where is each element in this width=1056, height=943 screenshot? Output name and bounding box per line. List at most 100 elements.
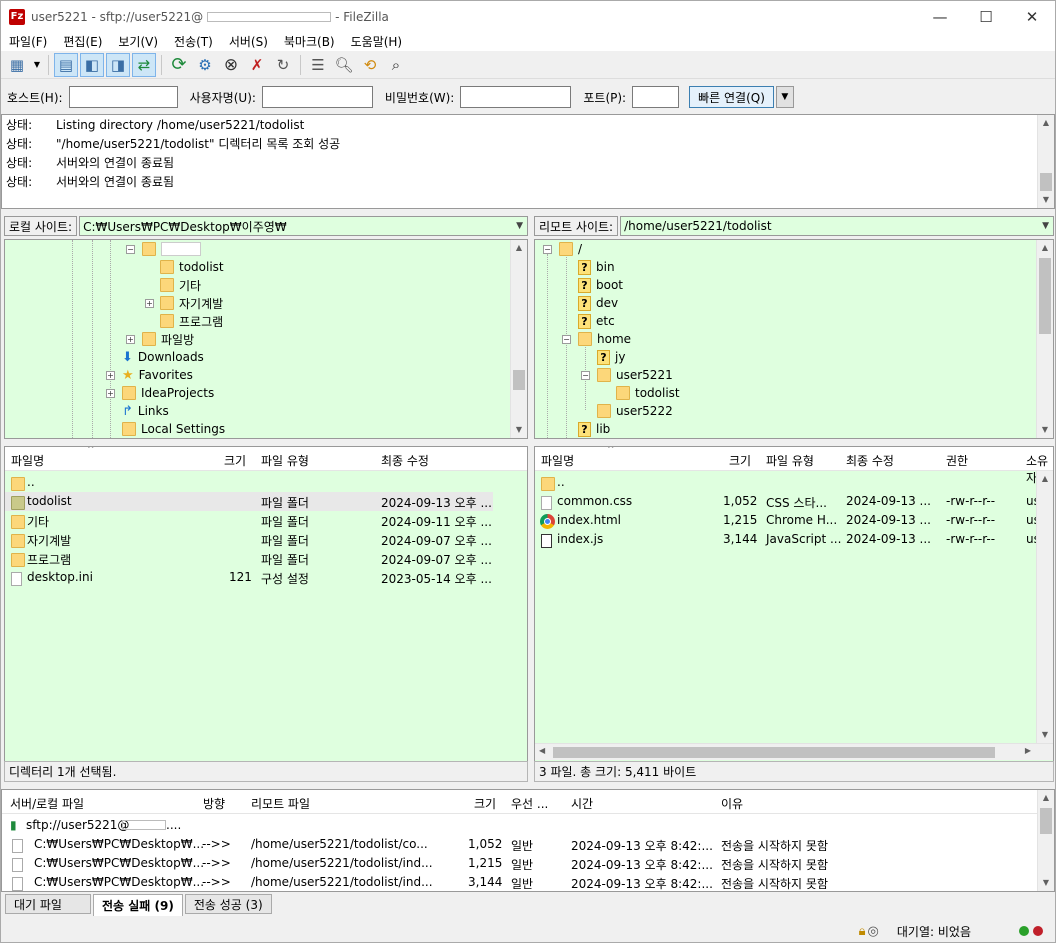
- tree-item-local-settings[interactable]: Local Settings: [122, 420, 225, 438]
- column-reason[interactable]: 이유: [721, 795, 743, 812]
- toggle-queue-icon[interactable]: ⇄: [132, 52, 156, 77]
- queue-server-row[interactable]: ▮ sftp://user5221@ ....: [2, 816, 1038, 835]
- refresh-icon[interactable]: ⟳: [167, 53, 191, 77]
- tree-item-user5222[interactable]: user5222: [597, 402, 673, 420]
- expand-icon[interactable]: +: [145, 299, 154, 308]
- tree-item-other[interactable]: 기타: [160, 276, 201, 294]
- local-tree-scrollbar[interactable]: ▲ ▼: [510, 240, 527, 438]
- column-modified[interactable]: 최종 수정: [381, 452, 429, 469]
- scroll-down-icon[interactable]: ▼: [511, 422, 527, 438]
- menu-help[interactable]: 도움말(H): [343, 33, 411, 50]
- remote-list-scrollbar[interactable]: ▲ ▼: [1036, 471, 1053, 743]
- column-remote-file[interactable]: 리모트 파일: [251, 795, 310, 812]
- tree-item-boot[interactable]: ? boot: [578, 276, 623, 294]
- directory-filter-icon[interactable]: ☰: [306, 53, 330, 77]
- process-queue-icon[interactable]: ⚙: [193, 53, 217, 77]
- scroll-up-icon[interactable]: ▲: [1037, 471, 1053, 487]
- scroll-down-icon[interactable]: ▼: [1037, 422, 1053, 438]
- quickconnect-dropdown-icon[interactable]: ▼: [775, 86, 794, 108]
- tree-item-bin[interactable]: ? bin: [578, 258, 615, 276]
- toggle-filter-icon[interactable]: 🔍︎: [332, 53, 356, 77]
- maximize-button[interactable]: ☐: [963, 1, 1009, 32]
- file-row[interactable]: common.css 1,052 CSS 스타... 2024-09-13 ... -r…: [535, 492, 1053, 511]
- close-button[interactable]: ✕: [1009, 1, 1055, 32]
- column-time[interactable]: 시간: [571, 795, 593, 812]
- port-input[interactable]: [632, 86, 680, 108]
- tree-item-jy[interactable]: ? jy: [597, 348, 625, 366]
- host-input[interactable]: [68, 86, 178, 108]
- log-scrollbar[interactable]: ▲ ▼: [1037, 115, 1054, 208]
- scroll-right-icon[interactable]: ▶: [1025, 746, 1031, 755]
- file-row[interactable]: 기타 파일 폴더 2024-09-11 오후 ...: [5, 511, 527, 530]
- speed-limit-icon[interactable]: ◎: [868, 924, 879, 939]
- remote-list-hscrollbar[interactable]: ◀ ▶: [535, 743, 1053, 760]
- queue-row[interactable]: C:₩Users₩PC₩Desktop₩... -->> /home/user522…: [2, 873, 1038, 892]
- file-row[interactable]: desktop.ini 121 구성 설정 2023-05-14 오후 ...: [5, 568, 527, 587]
- scroll-up-icon[interactable]: ▲: [1038, 115, 1054, 131]
- column-modified[interactable]: 최종 수정: [846, 452, 894, 469]
- collapse-icon[interactable]: −: [581, 371, 590, 380]
- column-priority[interactable]: 우선 ...: [511, 795, 548, 812]
- toggle-local-tree-icon[interactable]: ◧: [80, 52, 104, 77]
- expand-icon[interactable]: +: [106, 389, 115, 398]
- tree-item-dev[interactable]: ? dev: [578, 294, 618, 312]
- tab-successful-transfers[interactable]: 전송 성공 (3): [184, 894, 272, 914]
- file-row[interactable]: todolist 파일 폴더 2024-09-13 오후 ...: [5, 492, 493, 511]
- queue-row[interactable]: C:₩Users₩PC₩Desktop₩... -->> /home/user522…: [2, 854, 1038, 873]
- expand-icon[interactable]: +: [106, 371, 115, 380]
- file-row-parent[interactable]: ..: [5, 473, 527, 492]
- search-remote-icon[interactable]: ⌕: [384, 53, 408, 77]
- column-size[interactable]: 크기: [729, 452, 751, 469]
- chevron-down-icon[interactable]: ▼: [516, 221, 523, 231]
- scroll-up-icon[interactable]: ▲: [1038, 790, 1054, 806]
- file-row[interactable]: index.js 3,144 JavaScript ... 2024-09-13 ..…: [535, 530, 1053, 549]
- file-row[interactable]: 자기계발 파일 폴더 2024-09-07 오후 ...: [5, 530, 527, 549]
- tree-item-etc[interactable]: ? etc: [578, 312, 615, 330]
- reconnect-icon[interactable]: ↻: [271, 53, 295, 77]
- scroll-thumb[interactable]: [513, 370, 525, 390]
- column-filetype[interactable]: 파일 유형: [766, 452, 814, 469]
- menu-view[interactable]: 보기(V): [110, 33, 166, 50]
- column-filetype[interactable]: 파일 유형: [261, 452, 309, 469]
- scroll-thumb[interactable]: [1040, 173, 1052, 191]
- remote-tree-scrollbar[interactable]: ▲ ▼: [1036, 240, 1053, 438]
- menu-bookmarks[interactable]: 북마크(B): [276, 33, 343, 50]
- disconnect-icon[interactable]: ✗: [245, 53, 269, 77]
- queue-row[interactable]: C:₩Users₩PC₩Desktop₩... -->> /home/user522…: [2, 835, 1038, 854]
- column-filename[interactable]: 파일명: [11, 452, 44, 469]
- chevron-down-icon[interactable]: ▼: [1042, 221, 1049, 231]
- tree-item-lib[interactable]: ? lib: [578, 420, 610, 438]
- scroll-up-icon[interactable]: ▲: [1037, 240, 1053, 256]
- column-local-file[interactable]: 서버/로컬 파일: [10, 795, 84, 812]
- file-row[interactable]: 프로그램 파일 폴더 2024-09-07 오후 ...: [5, 549, 527, 568]
- file-row[interactable]: index.html 1,215 Chrome H... 2024-09-13 ...…: [535, 511, 1053, 530]
- scroll-left-icon[interactable]: ◀: [539, 746, 545, 755]
- sync-browse-icon[interactable]: ⟲: [358, 53, 382, 77]
- cancel-icon[interactable]: ⊗: [219, 53, 243, 77]
- username-input[interactable]: [261, 86, 373, 108]
- scroll-down-icon[interactable]: ▼: [1038, 192, 1054, 208]
- tree-item-root[interactable]: /: [559, 240, 582, 258]
- toggle-remote-tree-icon[interactable]: ◨: [106, 52, 130, 77]
- toggle-log-icon[interactable]: ▤: [54, 52, 78, 77]
- file-row-parent[interactable]: ..: [535, 473, 1053, 492]
- tree-item-programs[interactable]: 프로그램: [160, 312, 223, 330]
- collapse-icon[interactable]: −: [562, 335, 571, 344]
- column-permissions[interactable]: 권한: [946, 452, 968, 469]
- tab-failed-transfers[interactable]: 전송 실패 (9): [93, 894, 183, 916]
- menu-edit[interactable]: 편집(E): [55, 33, 110, 50]
- column-size[interactable]: 크기: [224, 452, 246, 469]
- tree-item-user5221[interactable]: user5221: [597, 366, 673, 384]
- tree-item-todolist[interactable]: todolist: [616, 384, 680, 402]
- password-input[interactable]: [460, 86, 572, 108]
- site-manager-icon[interactable]: ▦: [5, 53, 29, 77]
- collapse-icon[interactable]: −: [126, 245, 135, 254]
- tab-queued-files[interactable]: 대기 파일: [5, 894, 91, 914]
- tree-item-links[interactable]: ↱ Links: [122, 402, 169, 420]
- menu-transfer[interactable]: 전송(T): [166, 33, 221, 50]
- expand-icon[interactable]: +: [126, 335, 135, 344]
- tree-item-downloads[interactable]: ⬇ Downloads: [122, 348, 204, 366]
- scroll-thumb[interactable]: [1040, 808, 1052, 834]
- quickconnect-button[interactable]: 빠른 연결(Q): [689, 86, 774, 108]
- tree-item-self-development[interactable]: 자기계발: [160, 294, 223, 312]
